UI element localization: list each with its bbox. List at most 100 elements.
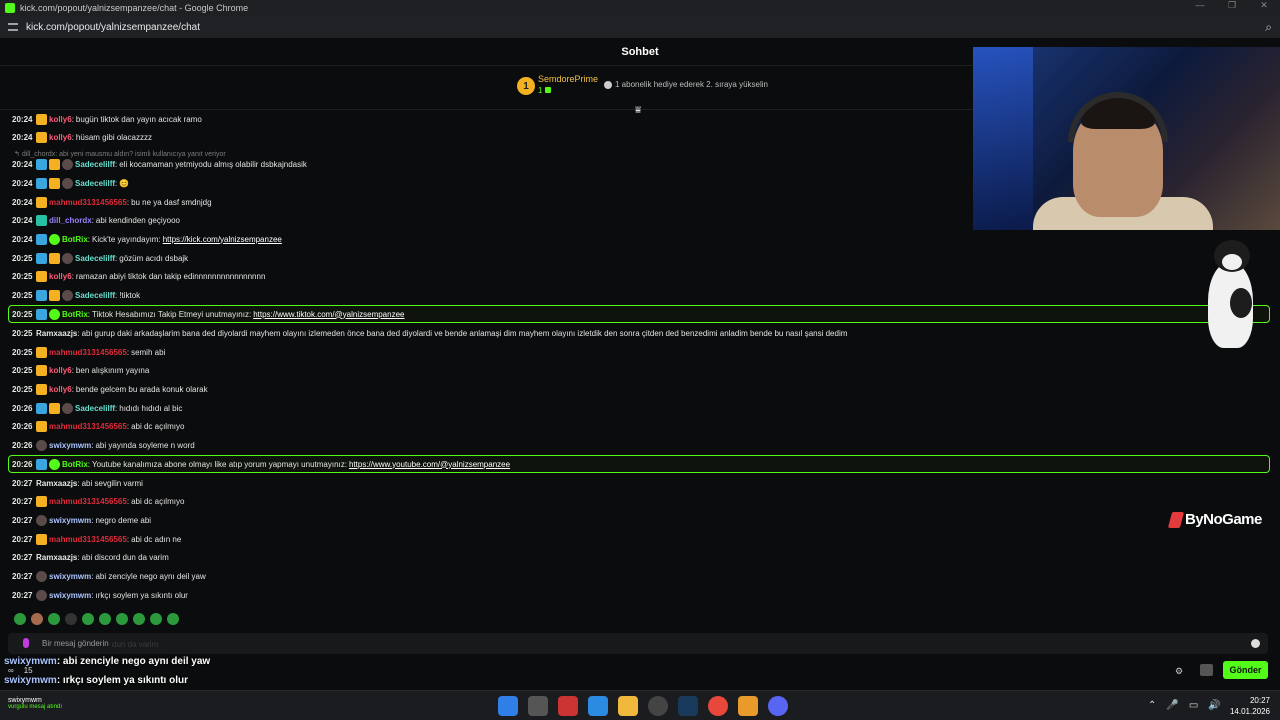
emote-icon[interactable] <box>65 613 77 625</box>
chat-message[interactable]: 20:24 kolly6: bugün tiktok dan yayın acıca… <box>12 110 202 128</box>
emote-icon[interactable] <box>99 613 111 625</box>
emote-icon[interactable] <box>31 613 43 625</box>
emote-icon[interactable] <box>167 613 179 625</box>
photos-icon[interactable] <box>588 696 608 716</box>
chat-message[interactable]: 20:27 mahmud3131456565: abi dc adın ne <box>12 530 181 548</box>
emote-icon[interactable] <box>116 613 128 625</box>
message-username[interactable]: swixymwm <box>49 572 91 581</box>
chevron-up-icon[interactable]: ⌃ <box>1148 700 1156 711</box>
sub-badge-icon <box>36 514 47 526</box>
overlay-message-2: swixymwm: ırkçı soylem ya sıkıntı olur <box>4 675 188 686</box>
chat-message[interactable]: 20:25 Ramxaazjs: abi gurup daki arkadaşlar… <box>12 324 847 342</box>
chat-message[interactable]: 20:24 mahmud3131456565: bu ne ya dasf smdn… <box>12 193 212 211</box>
emote-icon[interactable] <box>14 613 26 625</box>
message-username[interactable]: Sadecelilff <box>75 160 115 169</box>
expand-chevron-icon[interactable]: ⩸ <box>635 105 641 116</box>
chat-message[interactable]: 20:27 swixymwm: negro deme abi <box>12 511 151 529</box>
message-username[interactable]: Sadecelilff <box>75 291 115 300</box>
address-bar[interactable]: kick.com/popout/yalnizsempanzee/chat ⌕ <box>0 16 1280 38</box>
app-icon[interactable] <box>558 696 578 716</box>
chat-message[interactable]: 20:25 mahmud3131456565: semih abi <box>12 343 165 361</box>
media-icon[interactable] <box>738 696 758 716</box>
crown-badge-icon <box>36 196 47 208</box>
restore-button[interactable]: ❐ <box>1216 0 1248 11</box>
chat-message[interactable]: 20:25 kolly6: bende gelcem bu arada konuk … <box>12 380 208 398</box>
message-username[interactable]: kolly6 <box>49 133 72 142</box>
message-username[interactable]: BotRix <box>62 235 88 244</box>
message-username[interactable]: BotRix <box>62 460 88 469</box>
chat-message[interactable]: 20:24 kolly6: hüsam gibi olacazzzz <box>12 128 152 146</box>
start-icon[interactable] <box>498 696 518 716</box>
message-username[interactable]: Ramxaazjs <box>36 479 77 488</box>
message-username[interactable]: mahmud3131456565 <box>49 198 127 207</box>
bynogame-watermark: ByNoGame <box>1167 511 1262 528</box>
message-username[interactable]: Ramxaazjs <box>36 553 77 562</box>
chat-message[interactable]: 20:24 BotRix: Kick'te yayındayım: https://k… <box>12 230 282 248</box>
chat-message[interactable]: 20:26 mahmud3131456565: abi dc açılmıyo <box>12 417 184 435</box>
steam-icon[interactable] <box>678 696 698 716</box>
message-username[interactable]: Sadecelilff <box>75 179 115 188</box>
emoji-picker-icon[interactable] <box>1251 639 1260 648</box>
top-gifter-name[interactable]: SemdorePrime <box>538 74 598 84</box>
message-username[interactable]: kolly6 <box>49 272 72 281</box>
message-username[interactable]: BotRix <box>62 310 88 319</box>
settings-gear-icon[interactable]: ⚙ <box>1175 666 1183 677</box>
message-username[interactable]: Sadecelilff <box>75 404 115 413</box>
emote-icon[interactable] <box>82 613 94 625</box>
zoom-icon[interactable]: ⌕ <box>1265 20 1272 35</box>
discord-icon[interactable] <box>768 696 788 716</box>
chat-message[interactable]: 20:27 mahmud3131456565: abi dc açılmıyo <box>12 492 184 510</box>
network-icon[interactable]: ▭ <box>1189 700 1198 711</box>
chat-message[interactable]: 20:24 dill_chordx: abi kendinden geçiyooo <box>12 211 180 229</box>
chat-message[interactable]: 20:24 Sadecelilff: 😊 <box>12 174 129 192</box>
message-username[interactable]: swixymwm <box>49 441 91 450</box>
emote-icon[interactable] <box>133 613 145 625</box>
close-button[interactable]: ✕ <box>1248 0 1280 11</box>
emote-icon[interactable] <box>150 613 162 625</box>
message-username[interactable]: mahmud3131456565 <box>49 422 127 431</box>
task-view-icon[interactable] <box>528 696 548 716</box>
message-username[interactable]: kolly6 <box>49 385 72 394</box>
chat-message[interactable]: 20:26 swixymwm: abi yayında soyleme n word <box>12 436 195 454</box>
minimize-button[interactable]: — <box>1184 0 1216 11</box>
obs-icon[interactable] <box>648 696 668 716</box>
mic-icon[interactable]: 🎤 <box>1166 700 1178 711</box>
message-username[interactable]: mahmud3131456565 <box>49 348 127 357</box>
message-input[interactable]: Bir mesaj gönderin <box>8 633 1268 654</box>
chat-message[interactable]: 20:27 Ramxaazjs: abi discord dun da varim <box>12 548 169 566</box>
send-button[interactable]: Gönder <box>1223 661 1268 679</box>
chat-message[interactable]: 20:26 Sadecelilff: hıdıdı hıdıdı al bic <box>12 399 182 417</box>
message-username[interactable]: Sadecelilff <box>75 254 115 263</box>
emote-icon[interactable] <box>48 613 60 625</box>
system-clock[interactable]: 20:27 14.01.2026 <box>1226 695 1270 717</box>
chat-message[interactable]: 20:25 kolly6: ramazan abiyi tiktok dan tak… <box>12 267 265 285</box>
message-username[interactable]: kolly6 <box>49 366 72 375</box>
message-time: 20:24 <box>12 215 33 225</box>
chat-message[interactable]: 20:25 Sadecelilff: gözüm acıdı dsbajk <box>12 249 188 267</box>
microphone-icon[interactable] <box>23 638 29 648</box>
cat-sticker <box>1200 238 1270 356</box>
chat-message[interactable]: 20:24 Sadecelilff: eli kocamaman yetmiyodu… <box>12 155 307 173</box>
chrome-icon[interactable] <box>708 696 728 716</box>
chat-message[interactable]: 20:25 BotRix: Tiktok Hesabımızı Takip Etme… <box>12 305 404 323</box>
mod-tools-icon[interactable] <box>1200 664 1213 676</box>
message-username[interactable]: mahmud3131456565 <box>49 535 127 544</box>
chat-message[interactable]: 20:27 Ramxaazjs: abi sevgilin varmi <box>12 474 143 492</box>
chat-message[interactable]: 20:26 BotRix: Youtube kanalımıza abone olm… <box>12 455 510 473</box>
message-link[interactable]: https://www.tiktok.com/@yalnizsempanzee <box>253 310 404 319</box>
chat-message[interactable]: 20:25 Sadecelilff: !tiktok <box>12 286 140 304</box>
message-username[interactable]: kolly6 <box>49 115 72 124</box>
site-info-icon[interactable] <box>8 23 18 31</box>
chat-message[interactable]: 20:27 swixymwm: ırkçı soylem ya sıkıntı ol… <box>12 586 188 604</box>
message-username[interactable]: Ramxaazjs <box>36 329 77 338</box>
message-username[interactable]: dill_chordx <box>49 216 92 225</box>
message-username[interactable]: swixymwm <box>49 591 91 600</box>
explorer-icon[interactable] <box>618 696 638 716</box>
volume-icon[interactable]: 🔊 <box>1208 700 1220 711</box>
chat-message[interactable]: 20:25 kolly6: ben alışkınım yayına <box>12 361 149 379</box>
chat-message[interactable]: 20:27 swixymwm: abi zenciyle nego aynı dei… <box>12 567 206 585</box>
message-link[interactable]: https://www.youtube.com/@yalnizsempanzee <box>349 460 510 469</box>
message-username[interactable]: mahmud3131456565 <box>49 497 127 506</box>
message-link[interactable]: https://kick.com/yalnizsempanzee <box>163 235 282 244</box>
message-username[interactable]: swixymwm <box>49 516 91 525</box>
